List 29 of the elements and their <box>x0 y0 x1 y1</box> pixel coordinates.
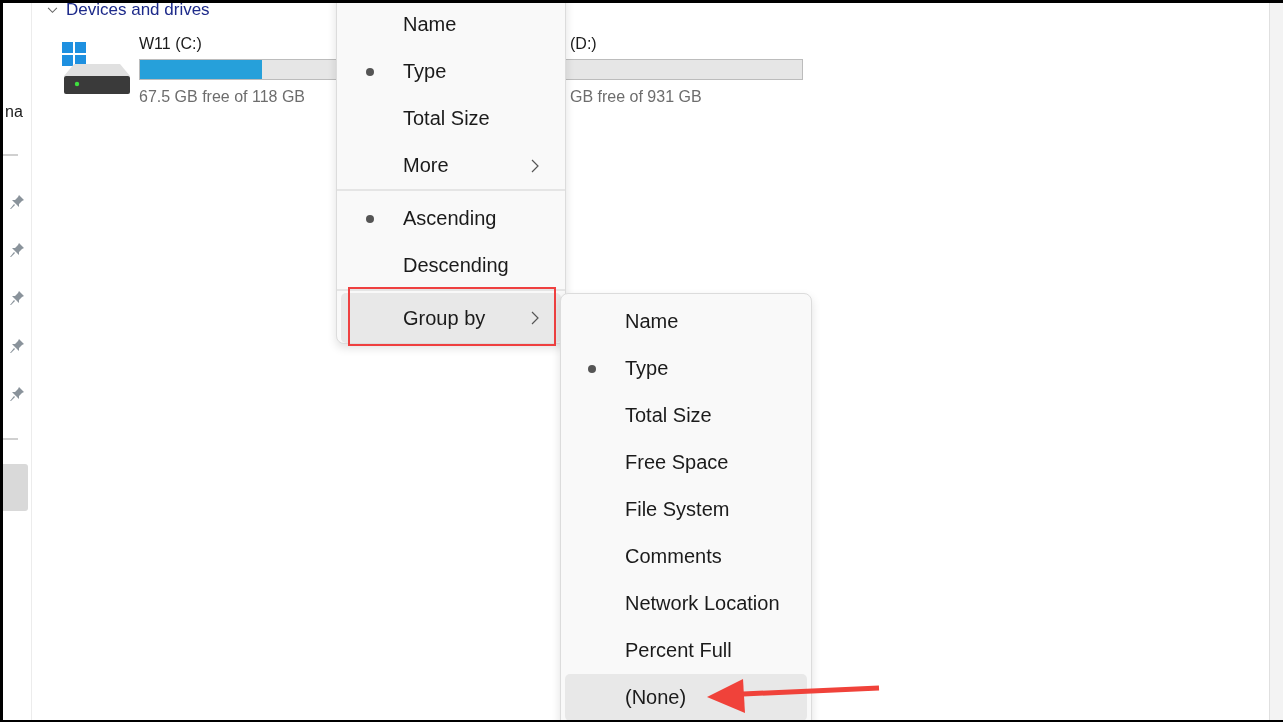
menu-item[interactable]: Total Size <box>341 95 561 142</box>
menu-item[interactable]: Type <box>565 345 807 392</box>
menu-item[interactable]: More <box>341 142 561 189</box>
menu-item[interactable]: Ascending <box>341 195 561 242</box>
chevron-right-icon <box>531 158 539 173</box>
menu-item[interactable]: (None) <box>565 674 807 720</box>
menu-item[interactable]: Type <box>341 48 561 95</box>
pin-icon[interactable] <box>9 338 25 354</box>
scrollbar-track[interactable] <box>1269 3 1283 720</box>
menu-item[interactable]: Percent Full <box>565 627 807 674</box>
free-space-text: 67.5 GB free of 118 GB <box>139 88 307 106</box>
sidebar-label[interactable]: na <box>5 103 23 121</box>
menu-item[interactable]: Comments <box>565 533 807 580</box>
pin-icon[interactable] <box>9 386 25 402</box>
menu-item[interactable]: Free Space <box>565 439 807 486</box>
pin-icon[interactable] <box>9 194 25 210</box>
menu-item[interactable]: Total Size <box>565 392 807 439</box>
pin-icon[interactable] <box>9 242 25 258</box>
menu-item[interactable]: Network Location <box>565 580 807 627</box>
pin-icon[interactable] <box>9 290 25 306</box>
menu-item[interactable]: Descending <box>341 242 561 289</box>
menu-item[interactable]: File System <box>565 486 807 533</box>
menu-item[interactable]: Name <box>565 298 807 345</box>
section-title[interactable]: Devices and drives <box>66 3 210 20</box>
chevron-icon[interactable] <box>47 6 58 14</box>
menu-item[interactable]: Group by <box>341 293 561 343</box>
free-space-text: GB free of 931 GB <box>569 88 703 106</box>
chevron-right-icon <box>531 311 539 325</box>
menu-item[interactable]: Name <box>341 3 561 48</box>
